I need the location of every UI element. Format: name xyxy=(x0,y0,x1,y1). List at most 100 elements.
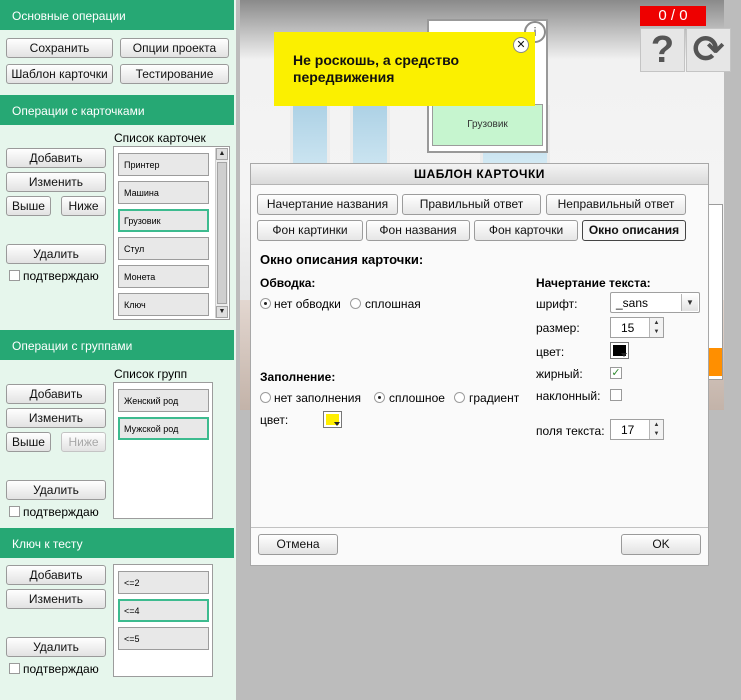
confirm-key-delete-checkbox[interactable] xyxy=(9,663,20,674)
edit-key-button[interactable]: Изменить xyxy=(6,589,106,609)
fill-solid-radio[interactable] xyxy=(374,392,385,403)
section-groups-header: Операции с группами xyxy=(0,330,234,360)
project-options-button[interactable]: Опции проекта xyxy=(120,38,229,58)
italic-checkbox[interactable] xyxy=(610,389,622,401)
tab-wrong-answer[interactable]: Неправильный ответ xyxy=(546,194,686,215)
text-color-label: цвет: xyxy=(536,345,565,359)
dialog-footer-divider xyxy=(251,527,708,528)
key-item-4[interactable]: <=4 xyxy=(118,599,209,622)
card-item-printer[interactable]: Принтер xyxy=(118,153,209,176)
text-padding-label: поля текста: xyxy=(536,424,605,438)
card-item-key[interactable]: Ключ xyxy=(118,293,209,316)
border-none-label: нет обводки xyxy=(274,297,341,311)
confirm-card-delete-label: подтверждаю xyxy=(23,269,99,283)
help-icon[interactable]: ? xyxy=(640,28,685,72)
card-up-button[interactable]: Выше xyxy=(6,196,51,216)
confirm-card-delete-checkbox[interactable] xyxy=(9,270,20,281)
cards-list-title: Список карточек xyxy=(114,131,206,145)
italic-label: наклонный: xyxy=(536,389,601,403)
stepper-down-icon[interactable]: ▼ xyxy=(649,327,663,337)
border-solid-radio[interactable] xyxy=(350,298,361,309)
section-cards-header: Операции с карточками xyxy=(0,95,234,125)
score-display: 0 / 0 xyxy=(640,6,706,26)
card-item-coin[interactable]: Монета xyxy=(118,265,209,288)
tab-title-style[interactable]: Начертание названия xyxy=(257,194,398,215)
section-key-header: Ключ к тесту xyxy=(0,528,234,558)
cards-scrollbar[interactable]: ▲ ▼ xyxy=(215,148,228,318)
groups-listbox[interactable]: Женский род Мужской род xyxy=(113,382,213,519)
add-key-button[interactable]: Добавить xyxy=(6,565,106,585)
tab-image-background[interactable]: Фон картинки xyxy=(257,220,363,241)
testing-button[interactable]: Тестирование xyxy=(120,64,229,84)
confirm-group-delete-checkbox[interactable] xyxy=(9,506,20,517)
delete-key-button[interactable]: Удалить xyxy=(6,637,106,657)
size-stepper[interactable]: 15 ▲ ▼ xyxy=(610,317,664,338)
text-color-picker[interactable] xyxy=(610,342,629,359)
font-label: шрифт: xyxy=(536,297,578,311)
ok-button[interactable]: OK xyxy=(621,534,701,555)
background-card-label: Грузовик xyxy=(432,104,543,146)
edit-group-button[interactable]: Изменить xyxy=(6,408,106,428)
fill-none-label: нет заполнения xyxy=(274,391,361,405)
edit-card-button[interactable]: Изменить xyxy=(6,172,106,192)
chevron-down-icon[interactable]: ▼ xyxy=(681,294,698,311)
groups-list-title: Список групп xyxy=(114,367,188,381)
bold-label: жирный: xyxy=(536,367,583,381)
group-up-button[interactable]: Выше xyxy=(6,432,51,452)
scroll-down-arrow-icon[interactable]: ▼ xyxy=(216,306,228,318)
delete-group-button[interactable]: Удалить xyxy=(6,480,106,500)
tab-card-background[interactable]: Фон карточки xyxy=(474,220,578,241)
stepper-down-icon[interactable]: ▼ xyxy=(649,429,663,439)
size-label: размер: xyxy=(536,321,580,335)
cancel-button[interactable]: Отмена xyxy=(258,534,338,555)
tab-description-window[interactable]: Окно описания xyxy=(582,220,686,241)
tooltip-text: Не роскошь, а средство передвижения xyxy=(293,52,460,85)
save-button[interactable]: Сохранить xyxy=(6,38,113,58)
border-label: Обводка: xyxy=(260,276,316,290)
scroll-up-arrow-icon[interactable]: ▲ xyxy=(216,148,228,160)
section-basic-header: Основные операции xyxy=(0,0,234,30)
font-select[interactable]: _sans ▼ xyxy=(610,292,700,313)
fill-color-label: цвет: xyxy=(260,413,289,427)
group-down-button[interactable]: Ниже xyxy=(61,432,106,452)
group-item-feminine[interactable]: Женский род xyxy=(118,389,209,412)
close-icon[interactable]: ✕ xyxy=(513,37,529,53)
card-frame-accent xyxy=(709,348,722,376)
text-style-label: Начертание текста: xyxy=(536,276,651,290)
card-down-button[interactable]: Ниже xyxy=(61,196,106,216)
card-item-car[interactable]: Машина xyxy=(118,181,209,204)
reload-icon[interactable]: ⟳ xyxy=(686,28,731,72)
card-template-button[interactable]: Шаблон карточки xyxy=(6,64,113,84)
delete-card-button[interactable]: Удалить xyxy=(6,244,106,264)
key-item-2[interactable]: <=2 xyxy=(118,571,209,594)
description-tooltip: Не роскошь, а средство передвижения ✕ xyxy=(274,32,535,106)
bold-checkbox[interactable]: ✓ xyxy=(610,367,622,379)
text-padding-stepper[interactable]: 17 ▲ ▼ xyxy=(610,419,664,440)
preview-scene: 0 / 0 ? ⟳ Грузовик i Не роскошь, а средс… xyxy=(236,0,741,700)
card-item-truck[interactable]: Грузовик xyxy=(118,209,209,232)
border-none-radio[interactable] xyxy=(260,298,271,309)
text-padding-value: 17 xyxy=(621,423,635,437)
fill-color-picker[interactable] xyxy=(323,411,342,428)
confirm-group-delete-label: подтверждаю xyxy=(23,505,99,519)
card-template-dialog: ШАБЛОН КАРТОЧКИ Начертание названия Прав… xyxy=(250,163,709,566)
dialog-title: ШАБЛОН КАРТОЧКИ xyxy=(251,164,708,185)
font-select-value: _sans xyxy=(616,296,649,310)
key-item-5[interactable]: <=5 xyxy=(118,627,209,650)
card-item-chair[interactable]: Стул xyxy=(118,237,209,260)
add-group-button[interactable]: Добавить xyxy=(6,384,106,404)
key-listbox[interactable]: <=2 <=4 <=5 xyxy=(113,564,213,677)
scroll-thumb[interactable] xyxy=(217,162,227,304)
fill-none-radio[interactable] xyxy=(260,392,271,403)
fill-gradient-radio[interactable] xyxy=(454,392,465,403)
fill-label: Заполнение: xyxy=(260,370,336,384)
section-title: Окно описания карточки: xyxy=(260,252,424,267)
confirm-key-delete-label: подтверждаю xyxy=(23,662,99,676)
add-card-button[interactable]: Добавить xyxy=(6,148,106,168)
border-solid-label: сплошная xyxy=(365,297,421,311)
size-value: 15 xyxy=(621,321,635,335)
cards-listbox[interactable]: Принтер Машина Грузовик Стул Монета Ключ… xyxy=(113,146,230,320)
group-item-masculine[interactable]: Мужской род xyxy=(118,417,209,440)
tab-title-background[interactable]: Фон названия xyxy=(366,220,470,241)
tab-correct-answer[interactable]: Правильный ответ xyxy=(402,194,541,215)
